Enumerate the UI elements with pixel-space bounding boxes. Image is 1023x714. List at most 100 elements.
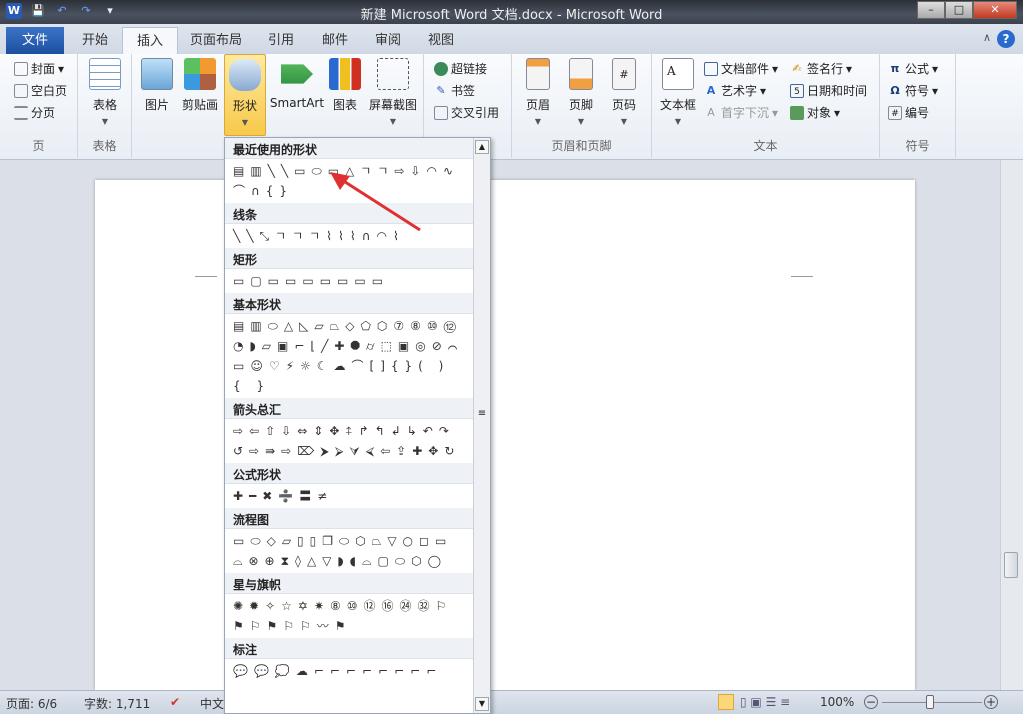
gallery-category-header: 公式形状 — [225, 463, 490, 484]
blank-page-icon — [14, 83, 28, 98]
word-count[interactable]: 字数: 1,711 — [84, 695, 150, 712]
minimize-button[interactable]: – — [917, 1, 945, 19]
table-icon — [89, 58, 121, 90]
tab-page-layout[interactable]: 页面布局 — [176, 27, 256, 54]
zoom-out-button[interactable]: − — [864, 695, 878, 709]
group-text: A 文本框 ▼ 文档部件 ▾ A 艺术字 ▾ A 首字下沉 ▾ ✍ 签名行 ▾ 5 日期和时… — [652, 54, 880, 158]
tab-review[interactable]: 审阅 — [361, 27, 415, 54]
textbox-icon: A — [662, 58, 694, 90]
wordart-button[interactable]: A 艺术字 ▾ — [704, 82, 766, 99]
cross-reference-button[interactable]: 交叉引用 — [434, 104, 499, 121]
object-button[interactable]: 对象 ▾ — [790, 104, 840, 121]
shape-grid[interactable]: ▤▥⬭△◺▱⏢◇⬠⬡⑦⑧⑩⑫◔◗▱▣⌐⌊╱✚⯃⌭⬚▣◎⊘⌒▭☺♡⚡☼☾☁⌒[]{… — [225, 314, 473, 398]
hyperlink-icon — [434, 61, 448, 76]
hyperlink-label: 超链接 — [451, 62, 488, 76]
tab-mailings[interactable]: 邮件 — [308, 27, 362, 54]
cross-reference-label: 交叉引用 — [451, 106, 500, 120]
scrollbar-thumb[interactable] — [1004, 552, 1018, 578]
zoom-level[interactable]: 100% — [820, 695, 854, 709]
textbox-button[interactable]: A 文本框 ▼ — [656, 58, 700, 126]
shape-grid[interactable]: ⇨⇦⇧⇩⇔⇕✥⍏↱↰↲↳↶↷↺⇨⇛⇨⌦⮞⮚⮛⮘⇦⇪✚✥↻ — [225, 419, 473, 463]
smartart-icon — [281, 64, 313, 84]
ribbon-tabs: 文件 开始 插入 页面布局 引用 邮件 审阅 视图 ∧ ? — [0, 24, 1023, 54]
shape-grid[interactable]: ▭▢▭▭▭▭▭▭▭ — [225, 269, 473, 293]
tab-references[interactable]: 引用 — [254, 27, 308, 54]
object-icon — [790, 105, 804, 120]
pi-icon: π — [890, 61, 900, 75]
proofing-icon[interactable]: ✔ — [170, 695, 180, 709]
picture-label: 图片 — [144, 98, 169, 112]
hyperlink-button[interactable]: 超链接 — [434, 60, 487, 77]
header-button[interactable]: 页眉 ▼ — [520, 58, 556, 126]
footer-icon — [569, 58, 593, 90]
gallery-scrollbar[interactable]: ▲ ≡ ▼ — [473, 138, 490, 713]
textbox-label: 文本框 — [659, 98, 696, 112]
drop-cap-label: 首字下沉 — [721, 106, 770, 120]
wordart-label: 艺术字 — [721, 84, 758, 98]
scroll-grip[interactable]: ≡ — [475, 408, 489, 422]
scroll-down-button[interactable]: ▼ — [475, 697, 489, 711]
picture-icon — [141, 58, 173, 90]
table-button[interactable]: 表格 ▼ — [88, 58, 122, 126]
bookmark-icon: ✎ — [436, 83, 446, 97]
drop-cap-button[interactable]: A 首字下沉 ▾ — [704, 104, 778, 121]
date-time-button[interactable]: 5 日期和时间 — [790, 82, 867, 99]
shapes-icon — [229, 59, 261, 91]
clipart-button[interactable]: 剪贴画 — [180, 58, 220, 113]
signature-icon: ✍ — [792, 61, 802, 75]
tab-view[interactable]: 视图 — [414, 27, 468, 54]
cover-page-button[interactable]: 封面 ▾ — [14, 60, 64, 77]
title-bar: W 💾 ↶ ↷ ▾ 新建 Microsoft Word 文档.docx - Mi… — [0, 0, 1023, 24]
page-number-button[interactable]: # 页码 ▼ — [606, 58, 642, 126]
page-count[interactable]: 页面: 6/6 — [6, 695, 57, 712]
chart-button[interactable]: 图表 — [328, 58, 362, 113]
close-button[interactable]: ✕ — [973, 1, 1017, 19]
header-label: 页眉 — [525, 98, 550, 112]
zoom-slider-thumb[interactable] — [926, 695, 934, 709]
document-page[interactable] — [95, 180, 915, 690]
tab-file[interactable]: 文件 — [6, 27, 64, 54]
date-time-label: 日期和时间 — [807, 84, 868, 98]
tab-insert[interactable]: 插入 — [122, 27, 179, 54]
drop-cap-icon: A — [707, 105, 715, 119]
language[interactable]: 中文 — [200, 695, 224, 712]
shape-grid[interactable]: ✚━✖➗〓≠ — [225, 484, 473, 508]
symbol-button[interactable]: Ω 符号 ▾ — [888, 82, 938, 99]
minimize-ribbon-icon[interactable]: ∧ — [983, 31, 991, 44]
clipart-label: 剪贴画 — [181, 98, 218, 112]
smartart-button[interactable]: SmartArt — [268, 58, 326, 110]
chart-icon — [329, 58, 361, 90]
view-buttons[interactable]: ▯ ▣ ☰ ≡ — [740, 695, 790, 709]
scroll-up-button[interactable]: ▲ — [475, 140, 489, 154]
group-symbols: π 公式 ▾ Ω 符号 ▾ # 编号 符号 — [880, 54, 956, 158]
screenshot-icon — [377, 58, 409, 90]
shape-grid[interactable]: ▭⬭◇▱▯▯❐⬭⬡⏢▽○◻▭⌓⊗⊕⧗◊△▽◗◖⌓▢⬭⬡◯ — [225, 529, 473, 573]
help-icon[interactable]: ? — [997, 30, 1015, 48]
shape-grid[interactable]: ✺✹✧☆✡✷⑧⑩⑫⑯㉔㉜⚐⚑⚐⚑⚐⚐〰⚑ — [225, 594, 473, 638]
picture-button[interactable]: 图片 — [140, 58, 174, 113]
object-label: 对象 — [807, 106, 832, 120]
clipart-icon — [184, 58, 216, 90]
equation-label: 公式 — [905, 62, 930, 76]
bookmark-button[interactable]: ✎ 书签 — [434, 82, 475, 99]
print-layout-view-icon[interactable] — [718, 694, 734, 710]
blank-page-button[interactable]: 空白页 — [14, 82, 67, 99]
shape-grid[interactable]: 💬💬💭☁⌐⌐⌐⌐⌐⌐⌐⌐ — [225, 659, 473, 683]
zoom-in-button[interactable]: + — [984, 695, 998, 709]
equation-button[interactable]: π 公式 ▾ — [888, 60, 938, 77]
cover-icon — [14, 61, 28, 76]
shapes-button[interactable]: 形状 ▼ — [224, 54, 266, 136]
numbering-button[interactable]: # 编号 — [888, 104, 929, 121]
group-label-pages: 页 — [32, 139, 45, 153]
screenshot-button[interactable]: 屏幕截图 ▼ — [366, 58, 420, 126]
group-tables: 表格 ▼ 表格 — [78, 54, 132, 158]
signature-line-button[interactable]: ✍ 签名行 ▾ — [790, 60, 852, 77]
tab-home[interactable]: 开始 — [68, 27, 122, 54]
vertical-scrollbar[interactable] — [1000, 160, 1023, 690]
footer-button[interactable]: 页脚 ▼ — [563, 58, 599, 126]
group-label-tables: 表格 — [92, 139, 117, 153]
quick-parts-button[interactable]: 文档部件 ▾ — [704, 60, 778, 77]
maximize-button[interactable]: □ — [945, 1, 973, 19]
page-break-button[interactable]: 分页 — [14, 104, 55, 121]
ribbon: 封面 ▾ 空白页 分页 页 表格 ▼ 表格 图片 剪贴画 形状 ▼ SmartArt… — [0, 54, 1023, 160]
